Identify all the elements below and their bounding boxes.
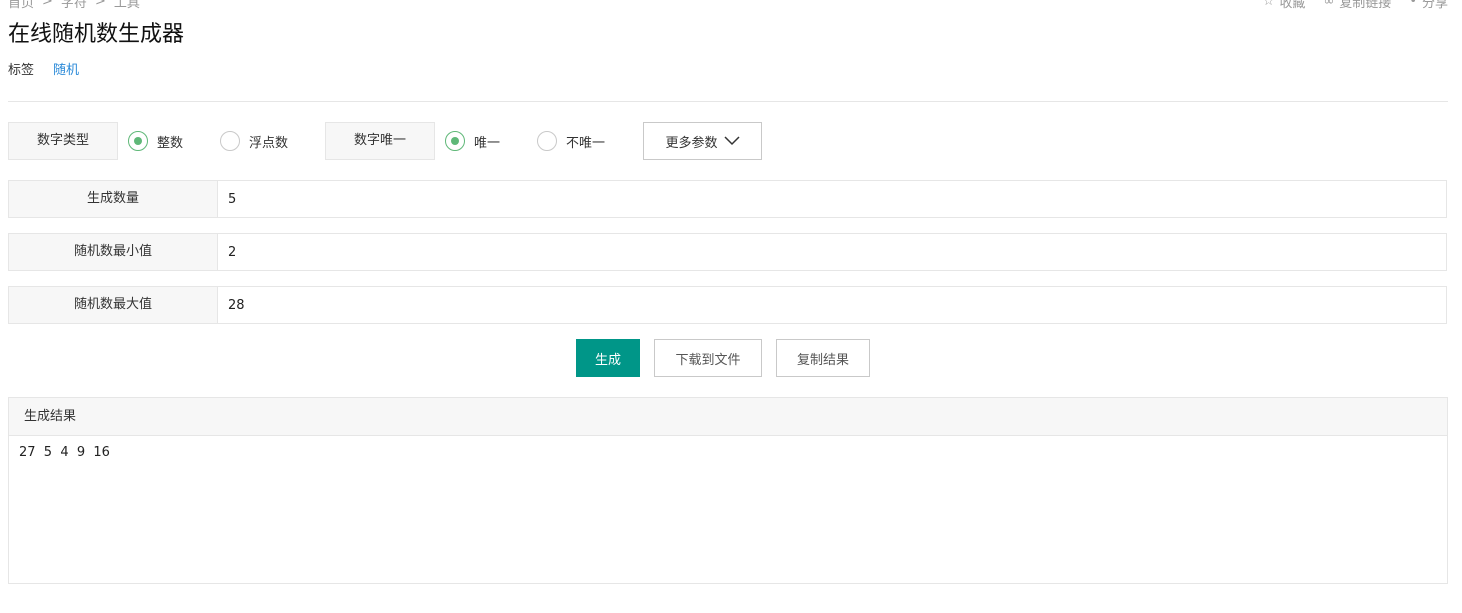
favorite-label: 收藏: [1279, 0, 1306, 11]
page-title: 在线随机数生成器: [8, 22, 185, 47]
result-panel: 生成结果 27 5 4 9 16: [8, 397, 1448, 584]
result-header: 生成结果: [9, 398, 1447, 436]
breadcrumb-home[interactable]: 首页: [8, 0, 34, 11]
unique-label: 数字唯一: [325, 122, 435, 160]
radio-float[interactable]: 浮点数: [220, 131, 288, 151]
options-row: 数字类型 整数 浮点数 数字唯一 唯一 不唯一 更多参数: [8, 122, 768, 160]
breadcrumb-separator: >: [42, 0, 53, 9]
radio-integer-label: 整数: [157, 135, 184, 151]
favorite-button[interactable]: ☆ 收藏: [1263, 0, 1306, 11]
share-icon: •: [1409, 0, 1417, 9]
breadcrumb-current: 工具: [113, 0, 140, 11]
tags: 标签 随机: [8, 63, 79, 79]
count-field-row: 生成数量: [8, 180, 1447, 218]
max-field-row: 随机数最大值: [8, 286, 1447, 324]
share-label: 分享: [1421, 0, 1448, 11]
star-icon: ☆: [1262, 0, 1275, 9]
radio-not-unique[interactable]: 不唯一: [537, 131, 605, 151]
number-type-label: 数字类型: [8, 122, 118, 160]
download-button[interactable]: 下载到文件: [654, 339, 762, 377]
radio-unique-label: 唯一: [474, 135, 501, 151]
copy-result-button[interactable]: 复制结果: [776, 339, 870, 377]
share-button[interactable]: • 分享: [1409, 0, 1448, 11]
top-actions: ☆ 收藏 ∞ 复制链接 • 分享: [1263, 0, 1448, 11]
max-label: 随机数最大值: [9, 287, 218, 323]
radio-float-label: 浮点数: [249, 135, 289, 151]
generate-button[interactable]: 生成: [576, 339, 640, 377]
copy-link-label: 复制链接: [1339, 0, 1392, 11]
radio-unchecked-icon: [537, 131, 557, 151]
max-input[interactable]: [218, 287, 1446, 323]
radio-not-unique-label: 不唯一: [566, 135, 606, 151]
breadcrumb-category[interactable]: 字符: [61, 0, 87, 11]
min-field-row: 随机数最小值: [8, 233, 1447, 271]
radio-checked-icon: [128, 131, 148, 151]
more-params-label: 更多参数: [665, 135, 718, 151]
top-bar: 首页 > 字符 > 工具 ☆ 收藏 ∞ 复制链接 • 分享: [8, 0, 1448, 11]
result-text[interactable]: 27 5 4 9 16: [9, 436, 1447, 470]
copy-link-button[interactable]: ∞ 复制链接: [1323, 0, 1391, 11]
breadcrumb-separator: >: [94, 0, 106, 9]
min-label: 随机数最小值: [9, 234, 218, 270]
radio-integer[interactable]: 整数: [128, 131, 183, 151]
divider: [8, 101, 1448, 102]
chevron-down-icon: [723, 136, 740, 146]
min-input[interactable]: [218, 234, 1446, 270]
tags-label: 标签: [8, 63, 35, 78]
action-buttons: 生成 下载到文件 复制结果: [576, 339, 870, 377]
radio-checked-icon: [445, 131, 465, 151]
breadcrumb: 首页 > 字符 > 工具: [8, 0, 140, 11]
count-input[interactable]: [218, 181, 1446, 217]
radio-unchecked-icon: [220, 131, 240, 151]
count-label: 生成数量: [9, 181, 218, 217]
tag-link-random[interactable]: 随机: [53, 63, 79, 79]
more-params-button[interactable]: 更多参数: [643, 122, 762, 160]
radio-unique[interactable]: 唯一: [445, 131, 500, 151]
link-icon: ∞: [1323, 0, 1335, 9]
